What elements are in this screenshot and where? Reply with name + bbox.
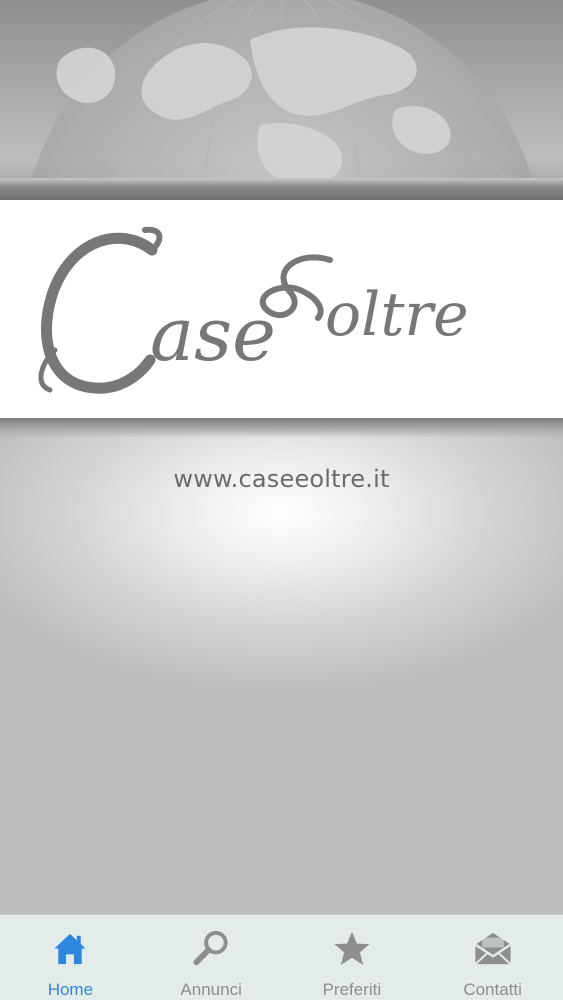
tab-preferiti[interactable]: Preferiti (282, 915, 423, 1000)
website-url[interactable]: www.caseeoltre.it (0, 465, 563, 493)
header-shelf (0, 178, 563, 200)
globe-header-image (0, 0, 563, 200)
star-icon (334, 931, 370, 966)
tab-bar: Home Annunci Preferiti Contatti (0, 914, 563, 1000)
main-content: www.caseeoltre.it (0, 418, 563, 914)
tab-home-label: Home (47, 980, 94, 999)
tab-contatti[interactable]: Contatti (422, 915, 563, 1000)
tab-annunci[interactable]: Annunci (141, 915, 282, 1000)
tab-contatti-label: Contatti (463, 980, 522, 999)
magnifier-icon (193, 930, 228, 966)
house-icon (54, 933, 87, 965)
logo-text-ase: ase (150, 292, 276, 378)
tab-preferiti-label: Preferiti (322, 980, 382, 999)
tab-home[interactable]: Home (0, 915, 141, 1000)
brand-logo: ase oltre (38, 226, 469, 394)
globe-icon (26, 0, 538, 200)
tab-annunci-label: Annunci (180, 980, 242, 999)
logo-text-oltre: oltre (325, 280, 469, 350)
logo-banner: ase oltre (0, 200, 563, 418)
envelope-icon (474, 932, 511, 965)
